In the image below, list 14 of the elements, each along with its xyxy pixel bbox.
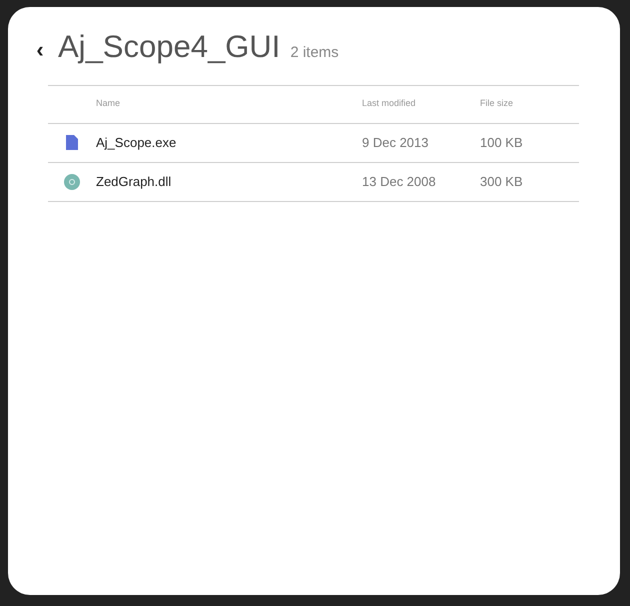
column-header: Name — [96, 97, 122, 110]
file-size: 100 KB — [480, 134, 523, 152]
file-size: 300 KB — [480, 172, 523, 191]
modified-date: 9 Dec 2013 — [362, 134, 430, 152]
column-header: Last modified — [362, 97, 417, 110]
disc-icon — [64, 174, 80, 190]
item-count: 2 items — [290, 43, 339, 63]
back-button[interactable]: ‹ — [30, 39, 50, 61]
column-header: File size — [480, 97, 514, 110]
document-icon — [66, 135, 78, 150]
modified-date: 13 Dec 2008 — [362, 172, 437, 191]
folder-title: Aj_Scope4_GUI — [58, 31, 280, 62]
file-name[interactable]: Aj_Scope.exe — [96, 132, 362, 152]
file-name[interactable]: ZedGraph.dll — [96, 172, 362, 192]
